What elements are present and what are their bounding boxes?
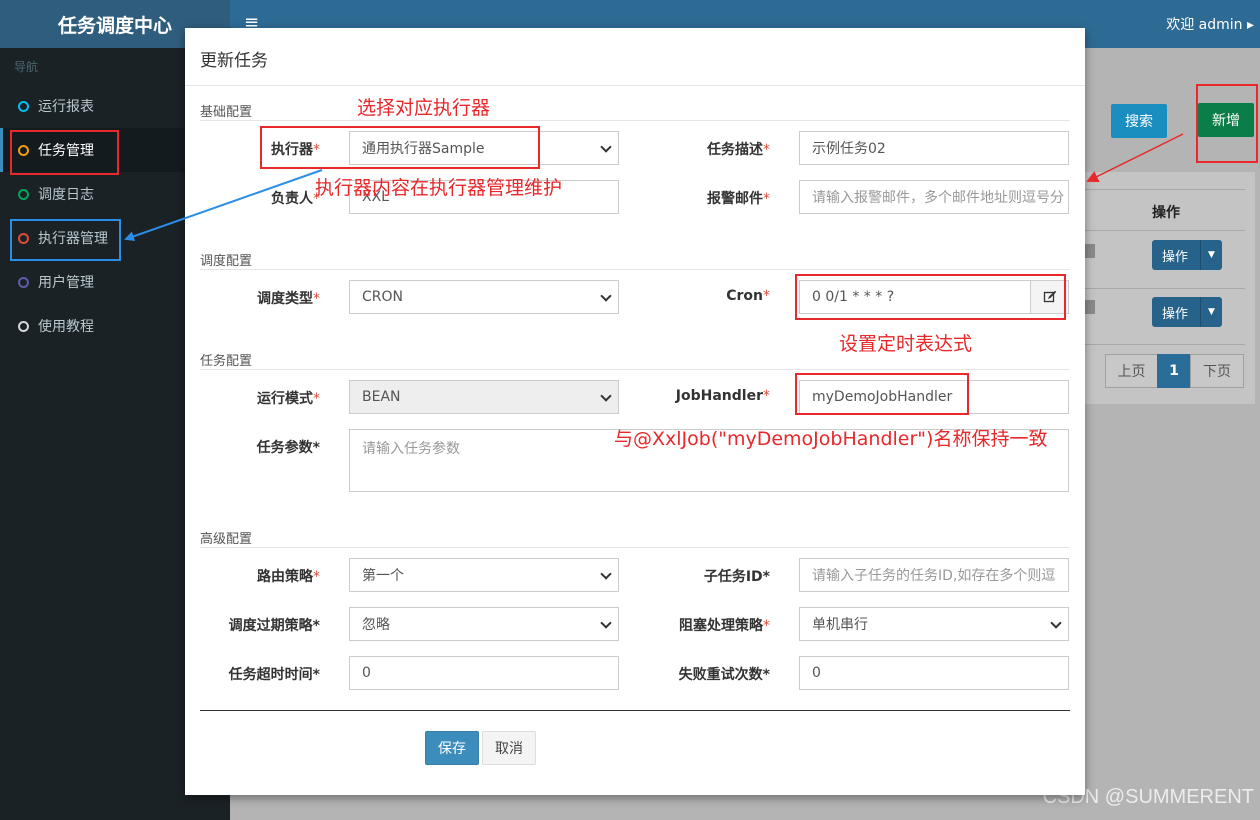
circle-icon <box>18 320 29 332</box>
status-badge <box>1085 300 1095 314</box>
highlight-executors-menu <box>10 219 121 261</box>
author-label: 负责人* <box>271 191 320 207</box>
table-divider <box>1085 230 1245 231</box>
retry-label: 失败重试次数* <box>678 667 770 683</box>
row-operation-label: 操作 <box>1162 249 1189 265</box>
modal-title: 更新任务 <box>200 51 268 71</box>
status-badge <box>1085 244 1095 258</box>
desc-label: 任务描述* <box>707 142 770 158</box>
child-job-input[interactable]: 请输入子任务的任务ID,如存在多个则逗 <box>799 558 1069 592</box>
section-task: 任务配置 <box>200 354 253 369</box>
misfire-label: 调度过期策略* <box>228 618 320 634</box>
job-desc-input[interactable]: 示例任务02 <box>799 131 1069 165</box>
highlight-job-handler <box>795 373 969 415</box>
circle-icon <box>18 100 29 112</box>
save-button[interactable]: 保存 <box>425 731 479 765</box>
circle-icon <box>18 188 29 200</box>
row-operation-dropdown[interactable]: 操作 ▼ <box>1152 240 1222 270</box>
section-schedule: 调度配置 <box>200 254 253 269</box>
modal-footer-divider <box>200 710 1070 711</box>
job-params-label: 任务参数* <box>256 440 320 456</box>
job-handler-label: JobHandler* <box>675 388 770 404</box>
section-divider <box>200 369 1070 370</box>
sidebar-item-label: 使用教程 <box>38 319 94 335</box>
alarm-email-input[interactable]: 请输入报警邮件，多个邮件地址则逗号分 <box>799 180 1069 214</box>
table-divider <box>1085 189 1245 190</box>
note-choose-executor: 选择对应执行器 <box>357 97 491 119</box>
note-executor-maintain: 执行器内容在执行器管理维护 <box>315 177 563 199</box>
sidebar-item-label: 用户管理 <box>38 275 94 291</box>
highlight-executor-select <box>260 126 540 169</box>
block-strategy-label: 阻塞处理策略* <box>679 618 770 634</box>
timeout-input[interactable]: 0 <box>349 656 619 690</box>
section-divider <box>200 120 1070 121</box>
pagination-page-1[interactable]: 1 <box>1157 354 1191 388</box>
caret-down-icon: ▼ <box>1200 297 1222 327</box>
highlight-cron-input <box>795 274 1066 320</box>
run-mode-select[interactable]: BEAN <box>349 380 619 414</box>
route-label: 路由策略* <box>257 569 320 585</box>
cron-label: Cron* <box>726 288 770 304</box>
alarm-email-label: 报警邮件* <box>707 191 770 207</box>
note-handler-match: 与@XxlJob("myDemoJobHandler")名称保持一致 <box>614 428 1048 450</box>
sidebar-item-label: 调度日志 <box>38 187 94 203</box>
user-menu[interactable]: 欢迎 admin ▸ <box>1166 14 1254 34</box>
row-operation-label: 操作 <box>1162 306 1189 322</box>
row-operation-dropdown[interactable]: 操作 ▼ <box>1152 297 1222 327</box>
column-header-ops: 操作 <box>1152 205 1180 221</box>
misfire-strategy-select[interactable]: 忽略 <box>349 607 619 641</box>
child-job-label: 子任务ID* <box>703 569 770 585</box>
cancel-button[interactable]: 取消 <box>482 731 536 765</box>
search-button[interactable]: 搜索 <box>1111 104 1167 138</box>
sidebar-item-label: 运行报表 <box>38 99 94 115</box>
section-divider <box>200 269 1070 270</box>
nav-header: 导航 <box>14 60 39 74</box>
highlight-jobs-menu <box>10 130 119 175</box>
pagination-next[interactable]: 下页 <box>1190 354 1244 388</box>
schedule-type-select[interactable]: CRON <box>349 280 619 314</box>
modal-header-divider <box>185 85 1085 86</box>
section-advanced: 高级配置 <box>200 532 253 547</box>
route-strategy-select[interactable]: 第一个 <box>349 558 619 592</box>
highlight-add-button <box>1196 84 1258 163</box>
schedule-type-label: 调度类型* <box>257 291 320 307</box>
table-divider <box>1085 344 1245 345</box>
retry-count-input[interactable]: 0 <box>799 656 1069 690</box>
note-set-cron: 设置定时表达式 <box>839 333 973 355</box>
table-divider <box>1085 288 1245 289</box>
circle-icon <box>18 276 29 288</box>
run-mode-label: 运行模式* <box>257 391 320 407</box>
timeout-label: 任务超时时间* <box>228 667 320 683</box>
section-divider <box>200 547 1070 548</box>
caret-down-icon: ▼ <box>1200 240 1222 270</box>
block-strategy-select[interactable]: 单机串行 <box>799 607 1069 641</box>
pagination-prev[interactable]: 上页 <box>1105 354 1158 388</box>
section-basic: 基础配置 <box>200 105 253 120</box>
